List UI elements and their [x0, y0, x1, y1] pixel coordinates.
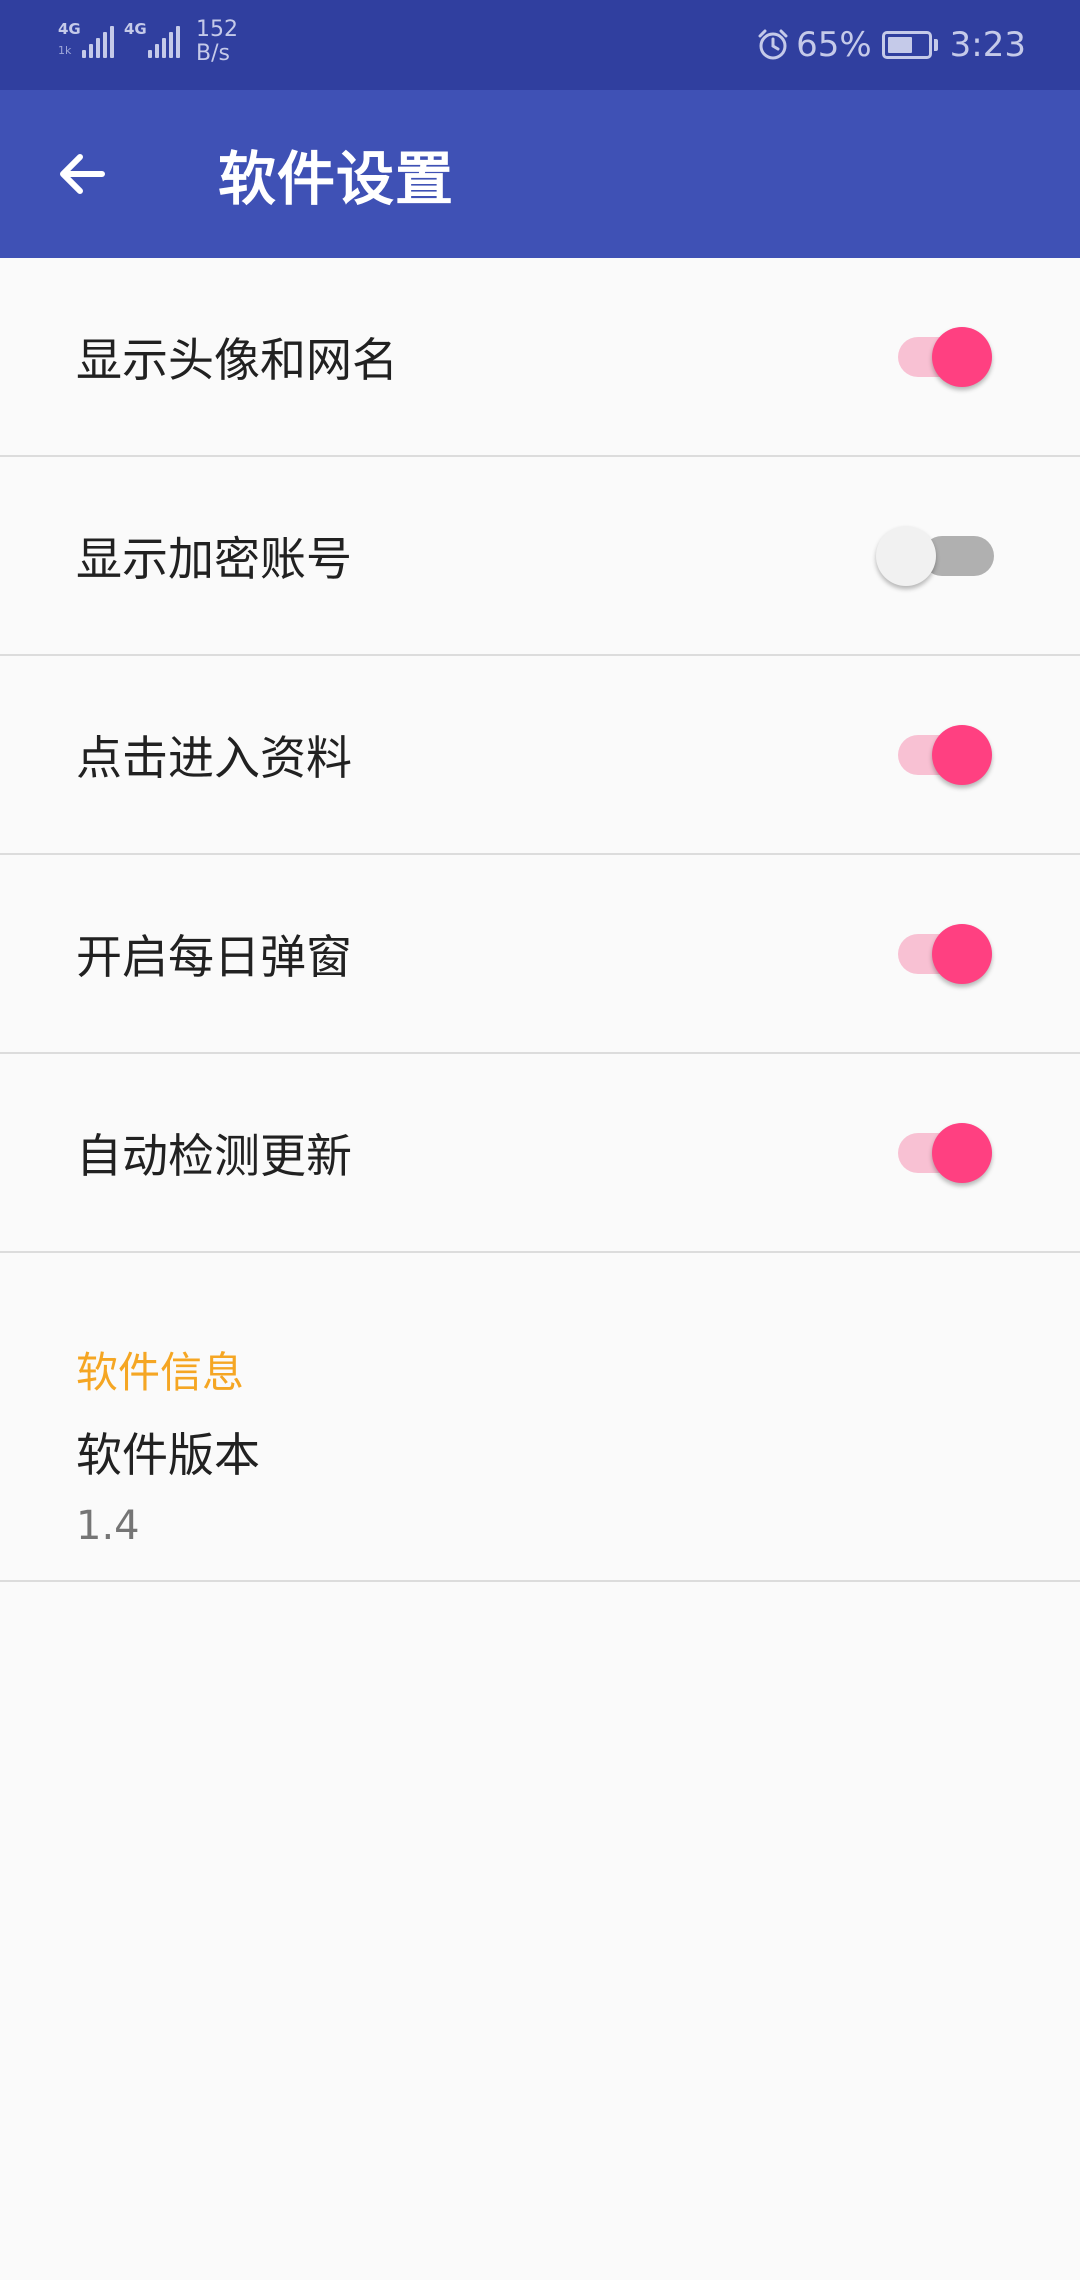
setting-row-auto-update-check[interactable]: 自动检测更新 — [0, 1054, 1080, 1253]
setting-row-daily-popup[interactable]: 开启每日弹窗 — [0, 855, 1080, 1054]
toggle-switch[interactable] — [898, 1118, 998, 1188]
page-title: 软件设置 — [218, 145, 455, 213]
toggle-switch[interactable] — [898, 322, 998, 392]
setting-label: 显示头像和网名 — [76, 332, 398, 387]
setting-label: 点击进入资料 — [76, 730, 352, 785]
section-header: 软件信息 — [76, 1348, 245, 1397]
network-speed-value: 152 — [196, 17, 238, 42]
battery-percent: 65% — [796, 25, 872, 65]
status-bar-right: 65% 3:23 — [756, 20, 1026, 70]
clock-time: 3:23 — [949, 25, 1026, 65]
version-value: 1.4 — [76, 1503, 140, 1549]
switch-thumb — [932, 326, 992, 387]
network-speed: 152 B/s — [196, 18, 238, 66]
switch-thumb — [876, 525, 936, 586]
setting-label: 显示加密账号 — [76, 531, 352, 586]
setting-row-show-avatar[interactable]: 显示头像和网名 — [0, 258, 1080, 457]
setting-label: 开启每日弹窗 — [76, 929, 352, 984]
status-bar: 4G 1k 4G 152 B/s 65% 3:23 — [0, 0, 1080, 90]
back-button[interactable] — [46, 138, 118, 210]
software-info-section[interactable]: 软件信息 软件版本 1.4 — [0, 1253, 1080, 1582]
network-speed-unit: B/s — [196, 41, 230, 66]
toggle-switch[interactable] — [898, 720, 998, 790]
battery-icon — [881, 31, 938, 59]
switch-thumb — [932, 724, 992, 785]
settings-list: 显示头像和网名 显示加密账号 点击进入资料 开启每日弹窗 自动检测更新 软件信息… — [0, 258, 1080, 1582]
switch-thumb — [932, 1122, 992, 1183]
setting-row-click-to-profile[interactable]: 点击进入资料 — [0, 656, 1080, 855]
arrow-left-icon — [60, 154, 105, 194]
version-title: 软件版本 — [76, 1428, 260, 1482]
switch-thumb — [932, 923, 992, 984]
network-type-label: 4G — [58, 20, 81, 38]
toggle-switch[interactable] — [898, 919, 998, 989]
setting-label: 自动检测更新 — [76, 1128, 352, 1183]
status-bar-left: 4G 1k 4G 152 B/s — [58, 18, 238, 66]
toggle-switch[interactable] — [876, 521, 998, 591]
alarm-clock-icon — [756, 28, 790, 62]
data-activity-label: 1k — [58, 44, 72, 57]
signal-strength-icon: 4G — [124, 18, 186, 62]
setting-row-show-encrypted-account[interactable]: 显示加密账号 — [0, 457, 1080, 656]
network-type-label: 4G — [124, 20, 147, 38]
app-bar: 软件设置 — [0, 90, 1080, 258]
signal-strength-icon: 4G 1k — [58, 18, 120, 62]
